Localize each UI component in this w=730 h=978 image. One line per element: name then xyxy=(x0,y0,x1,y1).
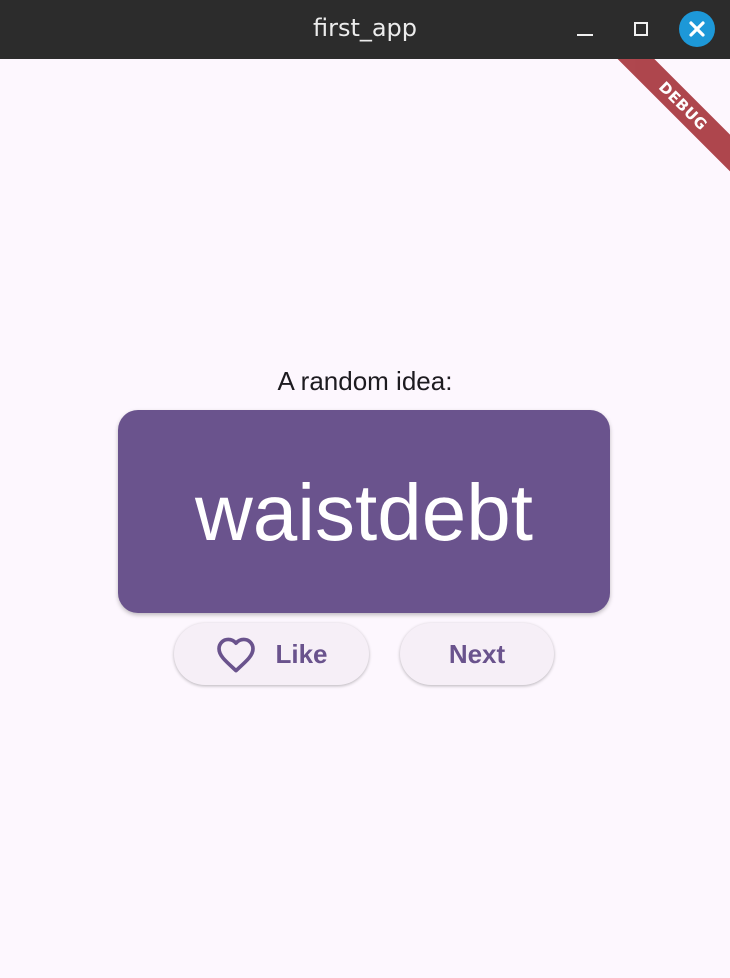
minimize-button[interactable] xyxy=(567,11,603,47)
heart-outline-icon xyxy=(215,634,257,674)
maximize-button[interactable] xyxy=(623,11,659,47)
minimize-icon xyxy=(577,34,593,36)
word-pair-card: waistdebt xyxy=(118,410,610,613)
word-pair-text: waistdebt xyxy=(195,467,533,557)
title-bar[interactable]: first_app xyxy=(0,0,730,59)
prompt-text: A random idea: xyxy=(277,366,453,396)
next-button-label: Next xyxy=(448,638,506,669)
maximize-icon xyxy=(634,22,648,36)
window-title: first_app xyxy=(312,14,418,42)
close-icon xyxy=(679,11,715,47)
like-button[interactable]: Like xyxy=(174,623,369,685)
next-button[interactable]: Next xyxy=(400,623,554,685)
close-button[interactable] xyxy=(679,11,715,47)
like-button-label: Like xyxy=(275,638,328,669)
app-window: first_app DEBUG A random idea: waistdebt xyxy=(0,0,730,978)
